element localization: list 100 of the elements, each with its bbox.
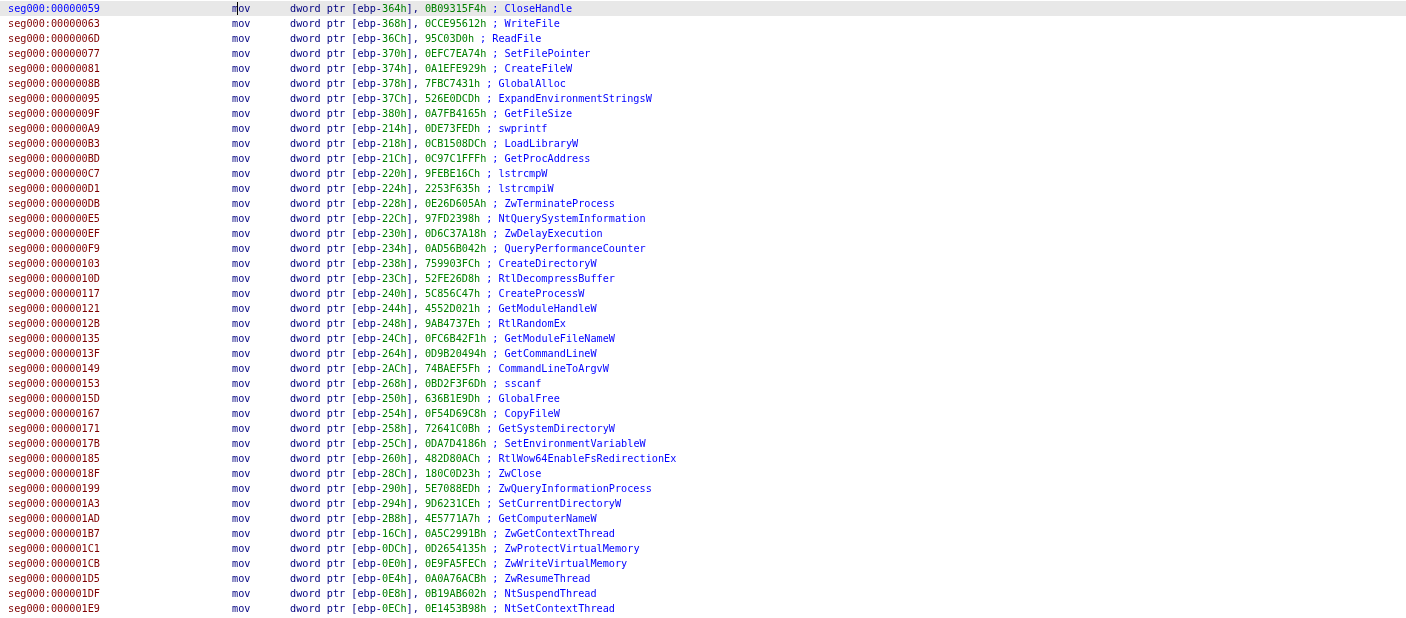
mnemonic: mov bbox=[232, 348, 252, 359]
code-line[interactable]: seg000:00000117 mov dword ptr [ebp-240h], 5C856C47h ; CreateProcessW bbox=[0, 286, 1406, 301]
code-line[interactable]: seg000:00000199 mov dword ptr [ebp-290h], 5E7088EDh ; ZwQueryInformationProcess bbox=[0, 481, 1406, 496]
comment: ; NtQuerySystemInformation bbox=[486, 213, 646, 224]
code-line[interactable]: seg000:00000135 mov dword ptr [ebp-24Ch], 0FC6B42F1h ; GetModuleFileNameW bbox=[0, 331, 1406, 346]
code-line[interactable]: seg000:00000185 mov dword ptr [ebp-260h], 482D80ACh ; RtlWow64EnableFsRedirectionEx bbox=[0, 451, 1406, 466]
mnemonic: mov bbox=[232, 363, 252, 374]
address: seg000:000001D5 bbox=[8, 573, 101, 584]
address: seg000:00000199 bbox=[8, 483, 101, 494]
operand: dword ptr [ebp-36Ch], 95C03D0h bbox=[290, 33, 475, 44]
mnemonic: mov bbox=[232, 243, 252, 254]
code-line[interactable]: seg000:000001C1 mov dword ptr [ebp-0DCh], 0D2654135h ; ZwProtectVirtualMemory bbox=[0, 541, 1406, 556]
mnemonic: mov bbox=[232, 153, 252, 164]
code-line[interactable]: seg000:00000121 mov dword ptr [ebp-244h], 4552D021h ; GetModuleHandleW bbox=[0, 301, 1406, 316]
comment: ; ExpandEnvironmentStringsW bbox=[486, 93, 652, 104]
code-line[interactable]: seg000:000001E9 mov dword ptr [ebp-0ECh], 0E1453B98h ; NtSetContextThread bbox=[0, 601, 1406, 616]
mnemonic: mov bbox=[232, 333, 252, 344]
code-line[interactable]: seg000:0000018F mov dword ptr [ebp-28Ch], 180C0D23h ; ZwClose bbox=[0, 466, 1406, 481]
code-line[interactable]: seg000:000000E5 mov dword ptr [ebp-22Ch], 97FD2398h ; NtQuerySystemInformation bbox=[0, 211, 1406, 226]
mnemonic: mov bbox=[232, 138, 252, 149]
comment: ; CopyFileW bbox=[492, 408, 560, 419]
mnemonic: mov bbox=[232, 408, 252, 419]
operand: dword ptr [ebp-28Ch], 180C0D23h bbox=[290, 468, 481, 479]
comment: ; CommandLineToArgvW bbox=[486, 363, 609, 374]
address: seg000:00000171 bbox=[8, 423, 101, 434]
mnemonic: mov bbox=[232, 393, 252, 404]
mnemonic: mov bbox=[232, 48, 252, 59]
code-line[interactable]: seg000:0000010D mov dword ptr [ebp-23Ch], 52FE26D8h ; RtlDecompressBuffer bbox=[0, 271, 1406, 286]
mnemonic: mov bbox=[232, 513, 252, 524]
operand: dword ptr [ebp-214h], 0DE73FEDh bbox=[290, 123, 481, 134]
comment: ; ZwDelayExecution bbox=[492, 228, 603, 239]
comment: ; ZwResumeThread bbox=[492, 573, 591, 584]
code-line[interactable]: seg000:000000A9 mov dword ptr [ebp-214h], 0DE73FEDh ; swprintf bbox=[0, 121, 1406, 136]
address: seg000:000001CB bbox=[8, 558, 101, 569]
code-line[interactable]: seg000:000001D5 mov dword ptr [ebp-0E4h], 0A0A76ACBh ; ZwResumeThread bbox=[0, 571, 1406, 586]
comment: ; CreateFileW bbox=[492, 63, 573, 74]
code-line[interactable]: seg000:00000077 mov dword ptr [ebp-370h], 0EFC7EA74h ; SetFilePointer bbox=[0, 46, 1406, 61]
code-line[interactable]: seg000:000001B7 mov dword ptr [ebp-16Ch], 0A5C2991Bh ; ZwGetContextThread bbox=[0, 526, 1406, 541]
operand: dword ptr [ebp-0ECh], 0E1453B98h bbox=[290, 603, 487, 614]
code-line[interactable]: seg000:000000EF mov dword ptr [ebp-230h], 0D6C37A18h ; ZwDelayExecution bbox=[0, 226, 1406, 241]
code-line[interactable]: seg000:0000017B mov dword ptr [ebp-25Ch], 0DA7D4186h ; SetEnvironmentVariableW bbox=[0, 436, 1406, 451]
code-line[interactable]: seg000:0000009F mov dword ptr [ebp-380h], 0A7FB4165h ; GetFileSize bbox=[0, 106, 1406, 121]
mnemonic: mov bbox=[232, 93, 252, 104]
comment: ; ZwGetContextThread bbox=[492, 528, 615, 539]
mnemonic: mov bbox=[232, 573, 252, 584]
address: seg000:00000063 bbox=[8, 18, 101, 29]
address: seg000:0000009F bbox=[8, 108, 101, 119]
comment: ; NtSetContextThread bbox=[492, 603, 615, 614]
code-line[interactable]: seg000:000001AD mov dword ptr [ebp-2B8h], 4E5771A7h ; GetComputerNameW bbox=[0, 511, 1406, 526]
mnemonic: mov bbox=[232, 273, 252, 284]
code-line[interactable]: seg000:00000171 mov dword ptr [ebp-258h], 72641C0Bh ; GetSystemDirectoryW bbox=[0, 421, 1406, 436]
comment: ; GetComputerNameW bbox=[486, 513, 597, 524]
operand: dword ptr [ebp-230h], 0D6C37A18h bbox=[290, 228, 487, 239]
code-line[interactable]: seg000:000000C7 mov dword ptr [ebp-220h], 9FEBE16Ch ; lstrcmpW bbox=[0, 166, 1406, 181]
code-line[interactable]: seg000:00000103 mov dword ptr [ebp-238h], 759903FCh ; CreateDirectoryW bbox=[0, 256, 1406, 271]
comment: ; GetProcAddress bbox=[492, 153, 591, 164]
code-line[interactable]: seg000:000000DB mov dword ptr [ebp-228h], 0E26D605Ah ; ZwTerminateProcess bbox=[0, 196, 1406, 211]
operand: dword ptr [ebp-268h], 0BD2F3F6Dh bbox=[290, 378, 487, 389]
operand: dword ptr [ebp-244h], 4552D021h bbox=[290, 303, 481, 314]
comment: ; ReadFile bbox=[480, 33, 542, 44]
address: seg000:00000117 bbox=[8, 288, 101, 299]
operand: dword ptr [ebp-218h], 0CB1508DCh bbox=[290, 138, 487, 149]
code-line[interactable]: seg000:00000167 mov dword ptr [ebp-254h], 0F54D69C8h ; CopyFileW bbox=[0, 406, 1406, 421]
code-line[interactable]: seg000:000000D1 mov dword ptr [ebp-224h], 2253F635h ; lstrcmpiW bbox=[0, 181, 1406, 196]
operand: dword ptr [ebp-37Ch], 526E0DCDh bbox=[290, 93, 481, 104]
operand: dword ptr [ebp-228h], 0E26D605Ah bbox=[290, 198, 487, 209]
address: seg000:000000D1 bbox=[8, 183, 101, 194]
code-line[interactable]: seg000:0000012B mov dword ptr [ebp-248h], 9AB4737Eh ; RtlRandomEx bbox=[0, 316, 1406, 331]
code-line[interactable]: seg000:000000F9 mov dword ptr [ebp-234h], 0AD56B042h ; QueryPerformanceCounter bbox=[0, 241, 1406, 256]
code-line[interactable]: seg000:000001A3 mov dword ptr [ebp-294h], 9D6231CEh ; SetCurrentDirectoryW bbox=[0, 496, 1406, 511]
code-line[interactable]: seg000:00000149 mov dword ptr [ebp-2ACh], 74BAEF5Fh ; CommandLineToArgvW bbox=[0, 361, 1406, 376]
code-line[interactable]: seg000:00000081 mov dword ptr [ebp-374h], 0A1EFE929h ; CreateFileW bbox=[0, 61, 1406, 76]
operand: dword ptr [ebp-378h], 7FBC7431h bbox=[290, 78, 481, 89]
comment: ; ZwTerminateProcess bbox=[492, 198, 615, 209]
code-line[interactable]: seg000:00000063 mov dword ptr [ebp-368h], 0CCE95612h ; WriteFile bbox=[0, 16, 1406, 31]
mnemonic: mov bbox=[232, 423, 252, 434]
address: seg000:0000006D bbox=[8, 33, 101, 44]
operand: dword ptr [ebp-238h], 759903FCh bbox=[290, 258, 481, 269]
address: seg000:0000017B bbox=[8, 438, 101, 449]
code-line[interactable]: seg000:00000095 mov dword ptr [ebp-37Ch], 526E0DCDh ; ExpandEnvironmentStringsW bbox=[0, 91, 1406, 106]
code-line[interactable]: seg000:00000153 mov dword ptr [ebp-268h], 0BD2F3F6Dh ; sscanf bbox=[0, 376, 1406, 391]
code-line[interactable]: seg000:0000013F mov dword ptr [ebp-264h], 0D9B20494h ; GetCommandLineW bbox=[0, 346, 1406, 361]
mnemonic: mov bbox=[232, 528, 252, 539]
address: seg000:00000095 bbox=[8, 93, 101, 104]
operand: dword ptr [ebp-234h], 0AD56B042h bbox=[290, 243, 487, 254]
mnemonic: mov bbox=[232, 18, 252, 29]
operand: dword ptr [ebp-294h], 9D6231CEh bbox=[290, 498, 481, 509]
operand: dword ptr [ebp-258h], 72641C0Bh bbox=[290, 423, 481, 434]
mnemonic: mov bbox=[232, 63, 252, 74]
code-line[interactable]: seg000:0000008B mov dword ptr [ebp-378h], 7FBC7431h ; GlobalAlloc bbox=[0, 76, 1406, 91]
operand: dword ptr [ebp-368h], 0CCE95612h bbox=[290, 18, 487, 29]
code-line[interactable]: seg000:000000B3 mov dword ptr [ebp-218h], 0CB1508DCh ; LoadLibraryW bbox=[0, 136, 1406, 151]
code-line[interactable]: seg000:000001CB mov dword ptr [ebp-0E0h], 0E9FA5FECh ; ZwWriteVirtualMemory bbox=[0, 556, 1406, 571]
code-line[interactable]: seg000:0000015D mov dword ptr [ebp-250h], 636B1E9Dh ; GlobalFree bbox=[0, 391, 1406, 406]
code-line[interactable]: seg000:0000006D mov dword ptr [ebp-36Ch], 95C03D0h ; ReadFile bbox=[0, 31, 1406, 46]
code-line[interactable]: seg000:000001DF mov dword ptr [ebp-0E8h], 0B19AB602h ; NtSuspendThread bbox=[0, 586, 1406, 601]
address: seg000:0000013F bbox=[8, 348, 101, 359]
comment: ; sscanf bbox=[492, 378, 542, 389]
comment: ; ZwWriteVirtualMemory bbox=[492, 558, 628, 569]
code-line[interactable]: seg000:000000BD mov dword ptr [ebp-21Ch], 0C97C1FFFh ; GetProcAddress bbox=[0, 151, 1406, 166]
